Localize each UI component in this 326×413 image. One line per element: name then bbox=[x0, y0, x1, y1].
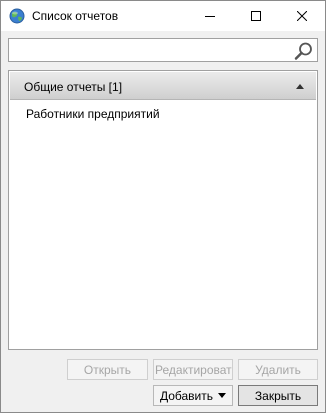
title-bar[interactable]: Список отчетов bbox=[1, 1, 325, 31]
close-window-button[interactable] bbox=[279, 1, 325, 31]
search-icon[interactable] bbox=[294, 41, 314, 61]
chevron-up-icon[interactable] bbox=[296, 84, 304, 89]
report-list: Общие отчеты [1] Работники предприятий bbox=[8, 70, 318, 350]
list-item[interactable]: Работники предприятий bbox=[10, 103, 316, 125]
chevron-down-icon bbox=[218, 393, 227, 398]
minimize-button[interactable] bbox=[187, 1, 233, 31]
group-label: Общие отчеты [1] bbox=[24, 80, 123, 94]
report-list-window: Список отчетов Общие отчеты [1] Работник… bbox=[0, 0, 326, 413]
add-button-label: Добавить bbox=[159, 388, 214, 403]
search-input[interactable] bbox=[9, 39, 297, 61]
search-box bbox=[8, 38, 318, 62]
minimize-icon bbox=[205, 16, 215, 17]
maximize-button[interactable] bbox=[233, 1, 279, 31]
globe-icon bbox=[9, 8, 25, 24]
add-button[interactable]: Добавить bbox=[153, 385, 233, 406]
maximize-icon bbox=[251, 11, 261, 21]
close-button[interactable]: Закрыть bbox=[238, 385, 318, 406]
window-title: Список отчетов bbox=[32, 9, 119, 23]
edit-button[interactable]: Редактироват bbox=[153, 359, 233, 380]
list-item-label: Работники предприятий bbox=[26, 107, 160, 121]
delete-button[interactable]: Удалить bbox=[238, 359, 318, 380]
group-header-general-reports[interactable]: Общие отчеты [1] bbox=[10, 72, 316, 100]
open-button[interactable]: Открыть bbox=[67, 359, 148, 380]
close-icon bbox=[297, 11, 307, 21]
